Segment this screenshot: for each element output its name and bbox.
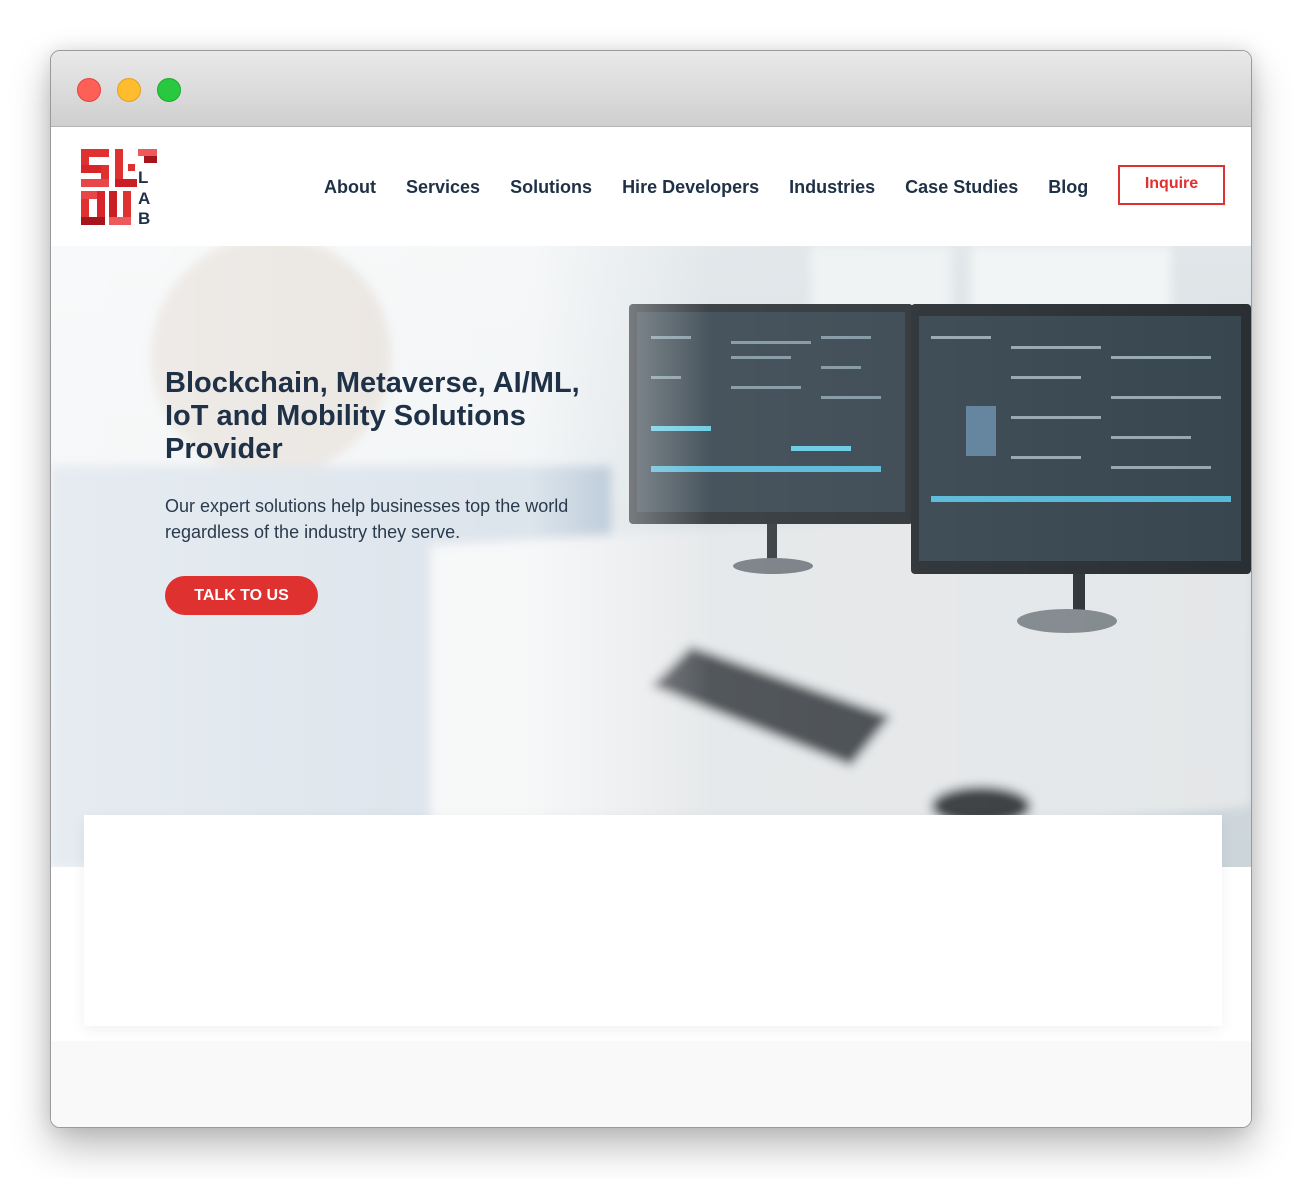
talk-to-us-button[interactable]: TALK TO US — [165, 576, 318, 615]
svg-text:B: B — [138, 209, 150, 225]
nav-blog[interactable]: Blog — [1048, 177, 1088, 198]
nav-case-studies[interactable]: Case Studies — [905, 177, 1018, 198]
nav-hire-developers[interactable]: Hire Developers — [622, 177, 759, 198]
hero-content: Blockchain, Metaverse, AI/ML, IoT and Mo… — [165, 367, 625, 615]
site-header: L A B About Services Solutions Hire Deve… — [51, 127, 1251, 246]
inquire-button[interactable]: Inquire — [1118, 165, 1225, 205]
hero-section: Blockchain, Metaverse, AI/ML, IoT and Mo… — [51, 246, 1251, 867]
maximize-window-button[interactable] — [157, 78, 181, 102]
title-bar — [51, 51, 1251, 127]
nav-about[interactable]: About — [324, 177, 376, 198]
svg-text:L: L — [138, 168, 148, 187]
nav-services[interactable]: Services — [406, 177, 480, 198]
close-window-button[interactable] — [77, 78, 101, 102]
site-logo[interactable]: L A B — [81, 149, 157, 228]
nav-solutions[interactable]: Solutions — [510, 177, 592, 198]
hero-subtitle: Our expert solutions help businesses top… — [165, 496, 569, 542]
content-card — [84, 815, 1222, 1026]
nav-industries[interactable]: Industries — [789, 177, 875, 198]
svg-text:A: A — [138, 189, 150, 208]
logo-mark-icon: L A B — [81, 149, 157, 228]
minimize-window-button[interactable] — [117, 78, 141, 102]
browser-window: L A B About Services Solutions Hire Deve… — [50, 50, 1252, 1128]
next-section — [51, 1041, 1251, 1127]
web-page: L A B About Services Solutions Hire Deve… — [51, 127, 1251, 1127]
main-nav: About Services Solutions Hire Developers… — [324, 177, 1118, 198]
hero-title: Blockchain, Metaverse, AI/ML, IoT and Mo… — [165, 367, 580, 465]
